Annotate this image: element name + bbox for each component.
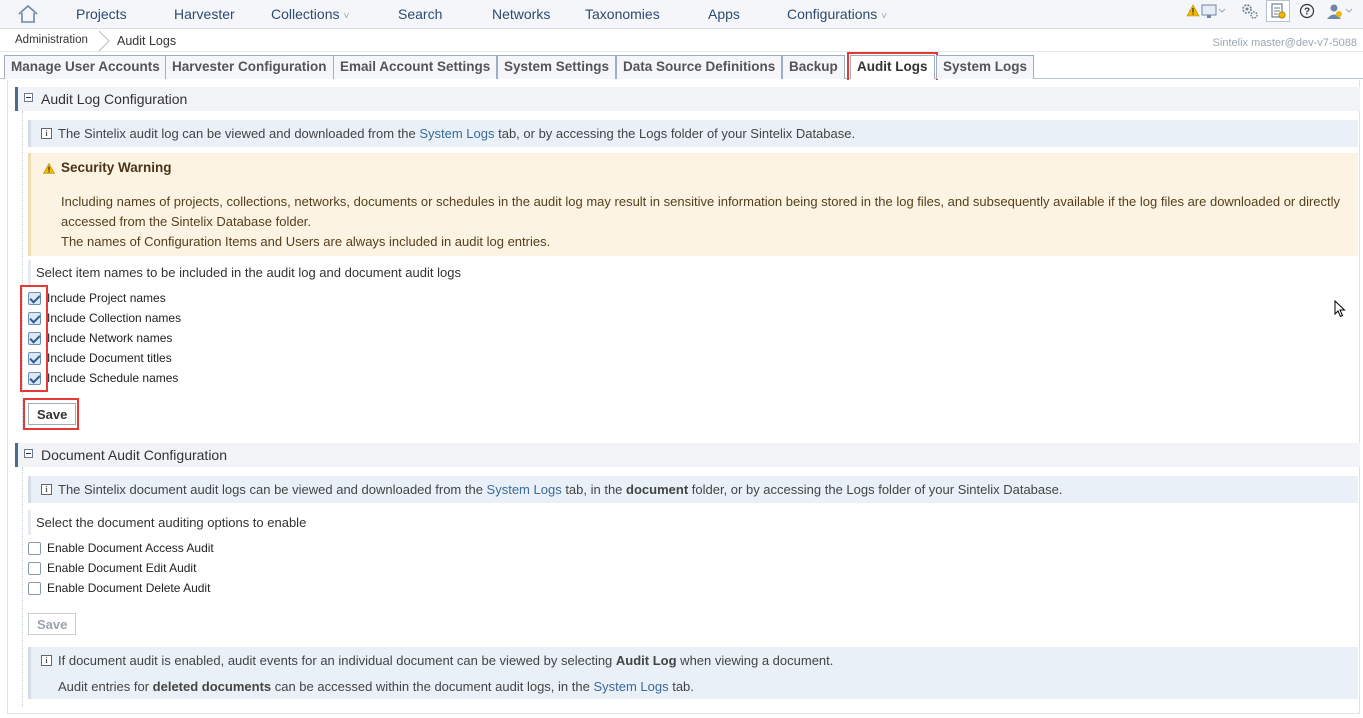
save-highlight xyxy=(23,398,79,430)
footer-text-pre: If document audit is enabled, audit even… xyxy=(58,653,616,668)
nav-collections-label: Collections xyxy=(271,6,340,22)
nav-search[interactable]: Search xyxy=(398,6,442,22)
footer-text-mid: can be accessed within the document audi… xyxy=(271,679,594,694)
include-network-names-label: Include Network names xyxy=(47,331,173,345)
system-logs-link[interactable]: System Logs xyxy=(419,126,494,141)
chevron-down-icon: ˅ xyxy=(343,11,350,22)
footer-text-bold: deleted documents xyxy=(152,679,272,694)
nav-harvester-label: Harvester xyxy=(174,6,235,22)
footer-text-pre: Audit entries for xyxy=(58,679,153,694)
info-icon: i xyxy=(41,128,52,139)
mouse-cursor-icon xyxy=(1334,299,1346,321)
nav-networks[interactable]: Networks xyxy=(492,6,550,22)
enable-document-access-audit-label: Enable Document Access Audit xyxy=(47,541,214,555)
gears-icon[interactable] xyxy=(1238,0,1262,22)
doc-audit-footer-line1: If document audit is enabled, audit even… xyxy=(58,653,833,668)
security-warning-line1: Including names of projects, collections… xyxy=(61,194,1341,229)
security-warning-line2: The names of Configuration Items and Use… xyxy=(61,234,551,249)
doc-audit-section-header[interactable]: Document Audit Configuration xyxy=(15,443,1360,467)
audit-log-info-text: The Sintelix audit log can be viewed and… xyxy=(58,126,855,141)
enable-document-delete-audit-label: Enable Document Delete Audit xyxy=(47,581,211,595)
admin-document-icon[interactable] xyxy=(1266,0,1290,22)
info-icon: i xyxy=(41,655,52,666)
nav-projects-label: Projects xyxy=(76,6,127,22)
audit-log-prompt: Select item names to be included in the … xyxy=(28,260,628,285)
include-schedule-names-label: Include Schedule names xyxy=(47,371,179,385)
doc-audit-save-button[interactable]: Save xyxy=(28,613,77,635)
info-text-post: folder, or by accessing the Logs folder … xyxy=(688,482,1063,497)
section-guide xyxy=(22,467,23,707)
tab-backup[interactable]: Backup xyxy=(782,55,845,79)
warning-monitor-icon[interactable] xyxy=(1186,0,1226,22)
info-text-post: tab, or by accessing the Logs folder of … xyxy=(494,126,856,141)
tab-harvester-configuration[interactable]: Harvester Configuration xyxy=(165,55,334,79)
svg-text:?: ? xyxy=(1304,7,1310,18)
nav-apps-label: Apps xyxy=(708,6,740,22)
info-text-pre: The Sintelix document audit logs can be … xyxy=(58,482,487,497)
info-icon: i xyxy=(41,484,52,495)
nav-apps[interactable]: Apps xyxy=(708,6,740,22)
warning-icon xyxy=(42,162,56,174)
audit-log-info: i The Sintelix audit log can be viewed a… xyxy=(28,120,1358,147)
footer-text-bold: Audit Log xyxy=(615,653,677,668)
breadcrumb-audit-logs: Audit Logs xyxy=(117,34,177,48)
nav-taxonomies[interactable]: Taxonomies xyxy=(585,6,660,22)
chevron-down-icon: ˅ xyxy=(881,11,888,22)
doc-audit-footer-line2: Audit entries for deleted documents can … xyxy=(58,679,694,694)
enable-document-access-audit-checkbox[interactable] xyxy=(28,542,41,555)
nav-harvester[interactable]: Harvester xyxy=(174,6,235,22)
help-icon[interactable]: ? xyxy=(1295,0,1319,22)
version-label: Sintelix master@dev-v7-5088 xyxy=(1212,37,1357,49)
content-panel: Audit Log Configuration i The Sintelix a… xyxy=(7,80,1360,714)
nav-configurations[interactable]: Configurations ˅ xyxy=(787,6,887,22)
user-icon[interactable] xyxy=(1324,0,1356,22)
enable-document-delete-audit-checkbox[interactable] xyxy=(28,582,41,595)
nav-collections[interactable]: Collections ˅ xyxy=(271,6,349,22)
doc-audit-prompt: Select the document auditing options to … xyxy=(28,510,628,535)
info-text-mid: tab, in the xyxy=(561,482,627,497)
breadcrumb-separator-icon xyxy=(97,30,111,52)
security-warning-body: Including names of projects, collections… xyxy=(61,192,1351,252)
include-project-names-label: Include Project names xyxy=(47,291,166,305)
tab-system-settings[interactable]: System Settings xyxy=(497,55,617,79)
system-logs-link[interactable]: System Logs xyxy=(487,482,562,497)
nav-search-label: Search xyxy=(398,6,443,22)
doc-audit-section-title: Document Audit Configuration xyxy=(41,447,227,463)
home-icon[interactable] xyxy=(16,4,40,24)
enable-document-edit-audit-checkbox[interactable] xyxy=(28,562,41,575)
info-text-bold: document xyxy=(626,482,689,497)
nav-projects[interactable]: Projects xyxy=(76,6,127,22)
top-nav: Projects Harvester Collections ˅ Search N… xyxy=(0,0,1363,29)
security-warning-title: Security Warning xyxy=(61,160,172,175)
tab-system-logs[interactable]: System Logs xyxy=(936,55,1035,79)
include-collection-names-label: Include Collection names xyxy=(47,311,182,325)
info-text-pre: The Sintelix audit log can be viewed and… xyxy=(58,126,420,141)
nav-networks-label: Networks xyxy=(492,6,551,22)
security-warning: Security Warning Including names of proj… xyxy=(28,153,1358,256)
audit-log-section-title: Audit Log Configuration xyxy=(41,91,188,107)
collapse-icon[interactable] xyxy=(24,449,33,458)
footer-text-post: when viewing a document. xyxy=(676,653,834,668)
tab-data-source-definitions[interactable]: Data Source Definitions xyxy=(616,55,783,79)
breadcrumb-administration[interactable]: Administration xyxy=(15,34,88,46)
tab-manage-user-accounts[interactable]: Manage User Accounts xyxy=(4,55,167,79)
nav-taxonomies-label: Taxonomies xyxy=(585,6,660,22)
doc-audit-info-text: The Sintelix document audit logs can be … xyxy=(58,482,1062,497)
footer-text-post: tab. xyxy=(668,679,694,694)
tab-audit-logs[interactable]: Audit Logs xyxy=(847,52,938,82)
nav-configurations-label: Configurations xyxy=(787,6,878,22)
breadcrumb: Administration Audit Logs Sintelix maste… xyxy=(0,29,1363,52)
system-logs-link[interactable]: System Logs xyxy=(593,679,668,694)
include-document-titles-label: Include Document titles xyxy=(47,351,172,365)
doc-audit-footer-info: i If document audit is enabled, audit ev… xyxy=(28,647,1358,699)
audit-log-section-header[interactable]: Audit Log Configuration xyxy=(15,87,1360,111)
checkbox-highlight xyxy=(20,285,48,392)
tab-email-account-settings[interactable]: Email Account Settings xyxy=(333,55,498,79)
enable-document-edit-audit-label: Enable Document Edit Audit xyxy=(47,561,197,575)
admin-tabs: Manage User Accounts Harvester Configura… xyxy=(0,52,1363,82)
collapse-icon[interactable] xyxy=(24,93,33,102)
doc-audit-info: i The Sintelix document audit logs can b… xyxy=(28,476,1358,503)
